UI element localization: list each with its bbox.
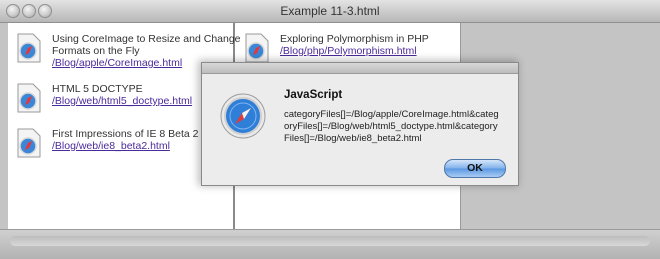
dialog-title: JavaScript xyxy=(284,89,343,101)
dialog-message: categoryFiles[]=/Blog/apple/CoreImage.ht… xyxy=(284,109,499,144)
status-bar xyxy=(0,229,660,259)
safari-document-icon xyxy=(245,33,269,63)
ok-button[interactable]: OK xyxy=(444,159,506,178)
safari-compass-icon xyxy=(220,93,266,139)
window-titlebar[interactable]: Example 11-3.html xyxy=(0,0,660,23)
safari-document-icon xyxy=(17,83,41,113)
browser-window: Example 11-3.html Using CoreImage to Res… xyxy=(0,0,660,259)
file-title: HTML 5 DOCTYPE xyxy=(52,83,143,95)
file-title: Using CoreImage to Resize and Change Form… xyxy=(52,33,241,57)
status-bar-track xyxy=(10,236,650,246)
window-title: Example 11-3.html xyxy=(280,4,380,18)
dialog-topbar xyxy=(202,63,518,74)
file-link[interactable]: /Blog/web/ie8_beta2.html xyxy=(52,140,170,152)
file-link[interactable]: /Blog/php/Polymorphism.html xyxy=(280,45,417,57)
file-title: First Impressions of IE 8 Beta 2 xyxy=(52,128,199,140)
file-title: Exploring Polymorphism in PHP xyxy=(280,33,429,45)
file-link[interactable]: /Blog/apple/CoreImage.html xyxy=(52,57,182,69)
javascript-alert-dialog: JavaScript categoryFiles[]=/Blog/apple/C… xyxy=(201,62,519,186)
safari-document-icon xyxy=(17,33,41,63)
file-link[interactable]: /Blog/web/html5_doctype.html xyxy=(52,95,192,107)
safari-document-icon xyxy=(17,128,41,158)
